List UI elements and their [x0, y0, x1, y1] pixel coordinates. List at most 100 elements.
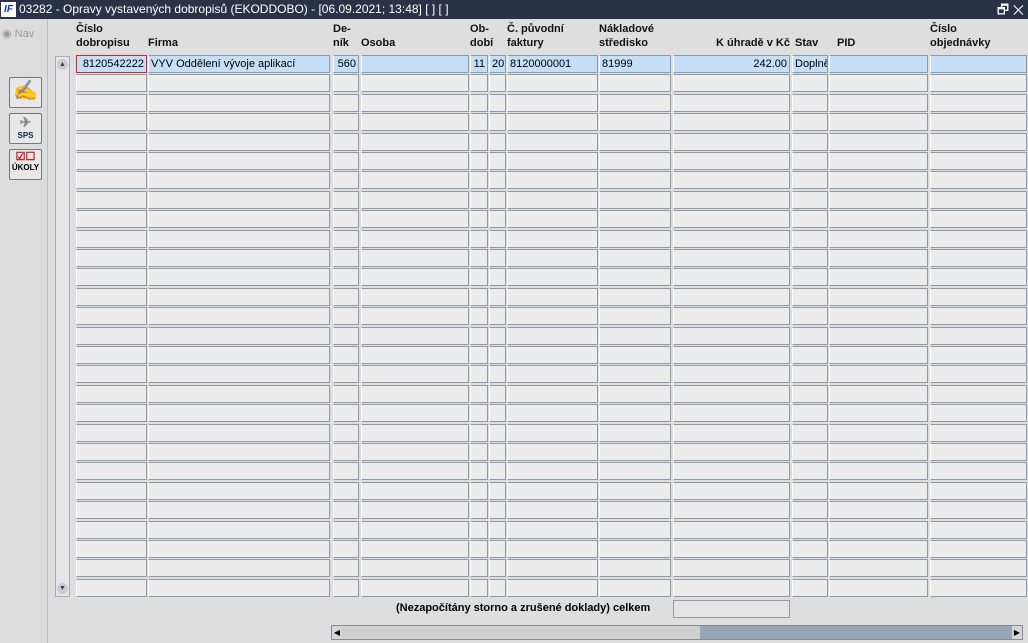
osoba-cell[interactable]	[361, 501, 469, 519]
firma-cell[interactable]	[148, 365, 330, 383]
obdobi-rok-cell[interactable]	[489, 191, 506, 209]
firma-cell[interactable]	[148, 152, 330, 170]
cislo-dobropisu-cell[interactable]	[76, 268, 147, 286]
cislo-objednavky-cell[interactable]	[930, 385, 1027, 403]
pid-cell[interactable]	[829, 307, 928, 325]
k-uhrade-cell[interactable]	[673, 579, 790, 597]
k-uhrade-cell[interactable]	[673, 501, 790, 519]
nakladove-stredisko-cell[interactable]	[599, 424, 671, 442]
restore-icon[interactable]: 🗗	[997, 2, 1009, 17]
cislo-dobropisu-cell[interactable]	[76, 385, 147, 403]
firma-cell[interactable]	[148, 462, 330, 480]
k-uhrade-cell[interactable]	[673, 327, 790, 345]
obdobi-rok-cell[interactable]	[489, 482, 506, 500]
puvodni-faktura-cell[interactable]	[507, 540, 598, 558]
k-uhrade-cell[interactable]	[673, 404, 790, 422]
puvodni-faktura-cell[interactable]	[507, 268, 598, 286]
pid-cell[interactable]	[829, 94, 928, 112]
stav-cell[interactable]	[792, 540, 828, 558]
nakladove-stredisko-cell[interactable]	[599, 288, 671, 306]
cislo-dobropisu-cell[interactable]	[76, 579, 147, 597]
k-uhrade-cell[interactable]	[673, 210, 790, 228]
cislo-objednavky-cell[interactable]	[930, 171, 1027, 189]
cislo-objednavky-cell[interactable]	[930, 113, 1027, 131]
k-uhrade-cell[interactable]	[673, 288, 790, 306]
obdobi-mesic-cell[interactable]	[470, 74, 488, 92]
cislo-objednavky-cell[interactable]	[930, 327, 1027, 345]
stav-cell[interactable]	[792, 385, 828, 403]
osoba-cell[interactable]	[361, 307, 469, 325]
obdobi-mesic-cell[interactable]	[470, 249, 488, 267]
obdobi-rok-cell[interactable]	[489, 74, 506, 92]
denik-cell[interactable]	[333, 113, 359, 131]
cislo-objednavky-cell[interactable]	[930, 307, 1027, 325]
puvodni-faktura-cell[interactable]	[507, 171, 598, 189]
cislo-objednavky-cell[interactable]	[930, 462, 1027, 480]
obdobi-mesic-cell[interactable]	[470, 365, 488, 383]
nakladove-stredisko-cell[interactable]	[599, 94, 671, 112]
obdobi-mesic-cell[interactable]	[470, 462, 488, 480]
cislo-dobropisu-cell[interactable]	[76, 249, 147, 267]
k-uhrade-cell[interactable]	[673, 559, 790, 577]
osoba-cell[interactable]	[361, 404, 469, 422]
firma-cell[interactable]	[148, 482, 330, 500]
obdobi-mesic-cell[interactable]	[470, 521, 488, 539]
firma-cell[interactable]	[148, 559, 330, 577]
nakladove-stredisko-cell[interactable]	[599, 171, 671, 189]
cislo-dobropisu-cell[interactable]	[76, 288, 147, 306]
firma-cell[interactable]	[148, 113, 330, 131]
stav-cell[interactable]	[792, 327, 828, 345]
cislo-dobropisu-cell[interactable]	[76, 559, 147, 577]
nakladove-stredisko-cell[interactable]	[599, 559, 671, 577]
obdobi-mesic-cell[interactable]	[470, 443, 488, 461]
sps-button[interactable]: ✈ SPS	[9, 113, 42, 144]
obdobi-rok-cell[interactable]	[489, 579, 506, 597]
k-uhrade-cell[interactable]: 242.00	[673, 55, 790, 73]
obdobi-rok-cell[interactable]	[489, 559, 506, 577]
cislo-objednavky-cell[interactable]	[930, 74, 1027, 92]
denik-cell[interactable]	[333, 482, 359, 500]
stav-cell[interactable]	[792, 424, 828, 442]
pid-cell[interactable]	[829, 365, 928, 383]
cislo-objednavky-cell[interactable]	[930, 501, 1027, 519]
pid-cell[interactable]	[829, 55, 928, 73]
obdobi-mesic-cell[interactable]	[470, 482, 488, 500]
denik-cell[interactable]	[333, 210, 359, 228]
cislo-objednavky-cell[interactable]	[930, 404, 1027, 422]
cislo-objednavky-cell[interactable]	[930, 133, 1027, 151]
obdobi-mesic-cell[interactable]	[470, 346, 488, 364]
firma-cell[interactable]	[148, 443, 330, 461]
nakladove-stredisko-cell[interactable]	[599, 579, 671, 597]
puvodni-faktura-cell[interactable]	[507, 443, 598, 461]
cislo-dobropisu-cell[interactable]	[76, 74, 147, 92]
puvodni-faktura-cell[interactable]	[507, 94, 598, 112]
pid-cell[interactable]	[829, 424, 928, 442]
denik-cell[interactable]	[333, 152, 359, 170]
pid-cell[interactable]	[829, 521, 928, 539]
firma-cell[interactable]	[148, 94, 330, 112]
cislo-dobropisu-cell[interactable]	[76, 482, 147, 500]
obdobi-rok-cell[interactable]	[489, 404, 506, 422]
close-icon[interactable]: ✕	[1013, 2, 1024, 17]
scroll-right-icon[interactable]: ▶	[1012, 626, 1022, 639]
obdobi-mesic-cell[interactable]	[470, 133, 488, 151]
k-uhrade-cell[interactable]	[673, 249, 790, 267]
firma-cell[interactable]	[148, 404, 330, 422]
osoba-cell[interactable]	[361, 385, 469, 403]
osoba-cell[interactable]	[361, 540, 469, 558]
osoba-cell[interactable]	[361, 191, 469, 209]
stav-cell[interactable]: Doplně	[792, 55, 828, 73]
obdobi-rok-cell[interactable]	[489, 424, 506, 442]
stav-cell[interactable]	[792, 191, 828, 209]
cislo-dobropisu-cell[interactable]	[76, 133, 147, 151]
cislo-objednavky-cell[interactable]	[930, 443, 1027, 461]
osoba-cell[interactable]	[361, 521, 469, 539]
pid-cell[interactable]	[829, 443, 928, 461]
cislo-dobropisu-cell[interactable]	[76, 113, 147, 131]
stav-cell[interactable]	[792, 307, 828, 325]
pid-cell[interactable]	[829, 288, 928, 306]
nakladove-stredisko-cell[interactable]	[599, 307, 671, 325]
obdobi-rok-cell[interactable]	[489, 365, 506, 383]
pid-cell[interactable]	[829, 501, 928, 519]
puvodni-faktura-cell[interactable]	[507, 133, 598, 151]
